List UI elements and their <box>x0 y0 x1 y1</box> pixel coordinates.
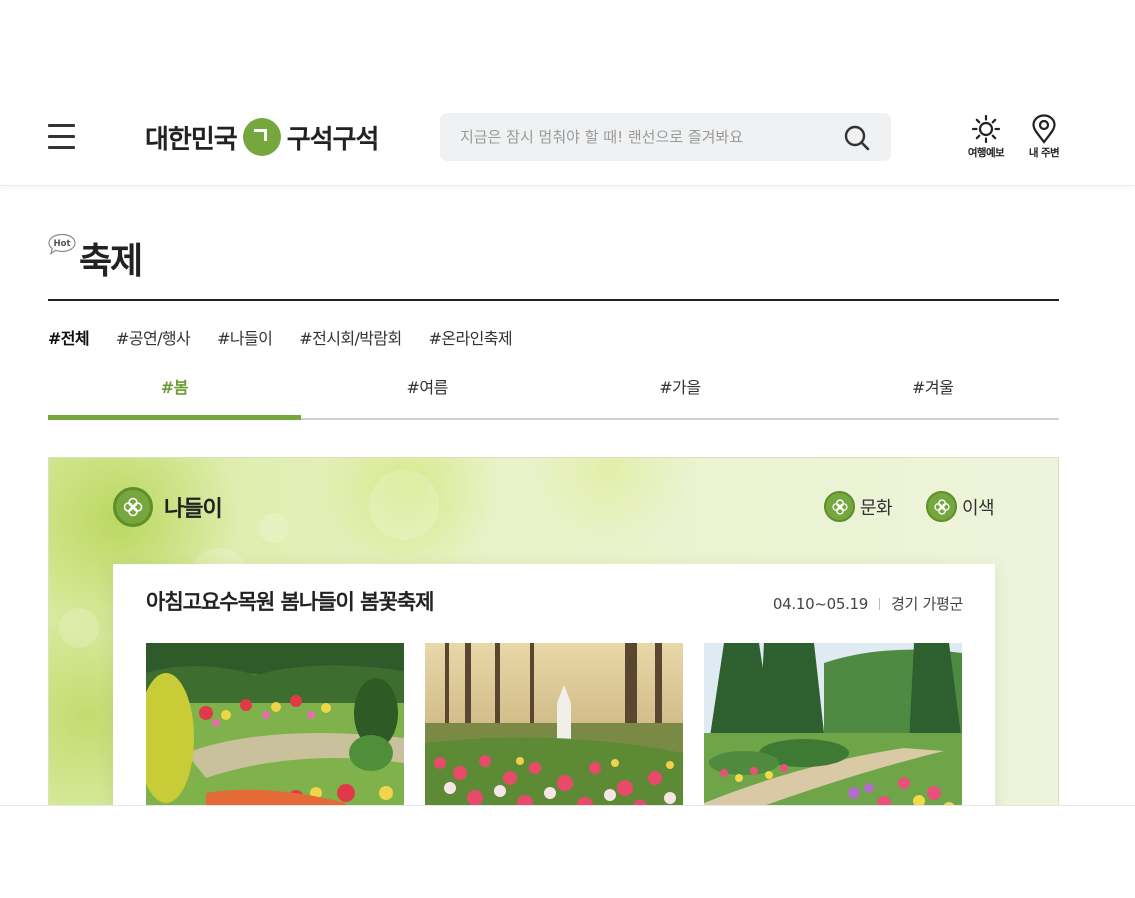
category-performance[interactable]: #공연/행사 <box>116 325 191 349</box>
page-title: 축제 <box>79 241 143 282</box>
theme-unique-label: 이색 <box>962 497 995 519</box>
tab-autumn[interactable]: #가을 <box>554 370 807 418</box>
decor-bubble <box>369 470 439 540</box>
festival-location: 경기 가평군 <box>891 595 963 613</box>
festival-meta: 04.10~05.19 경기 가평군 <box>773 593 963 614</box>
title-divider <box>48 299 1059 301</box>
clover-icon <box>113 487 153 527</box>
theme-outing-button[interactable]: 나들이 <box>113 487 223 527</box>
festival-card[interactable]: 아침고요수목원 봄나들이 봄꽃축제 04.10~05.19 경기 가평군 <box>113 564 995 816</box>
nearby-label: 내 주변 <box>1028 147 1060 159</box>
theme-culture-label: 문화 <box>860 497 893 519</box>
decor-bubble <box>59 608 99 648</box>
clover-icon <box>824 491 855 522</box>
category-filter: #전체 #공연/행사 #나들이 #전시회/박람회 #온라인축제 <box>48 325 513 349</box>
category-all[interactable]: #전체 <box>48 325 90 349</box>
location-pin-icon <box>1032 114 1056 144</box>
sun-icon <box>971 114 1001 144</box>
decor-bubble <box>259 513 289 543</box>
season-tabs: #봄 #여름 #가을 #겨울 <box>48 370 1059 420</box>
search-input[interactable] <box>460 113 830 161</box>
bottom-area <box>0 805 1135 898</box>
search-bar <box>440 113 891 161</box>
clover-icon <box>926 491 957 522</box>
hot-badge-text: Hot <box>53 239 70 249</box>
festival-title: 아침고요수목원 봄나들이 봄꽃축제 <box>146 590 434 614</box>
hot-badge-icon: Hot <box>48 233 76 255</box>
logo-text-left: 대한민국 <box>145 124 238 155</box>
travel-forecast-label: 여행예보 <box>967 147 1005 159</box>
site-logo[interactable]: 대한민국 구석구석 <box>145 117 380 157</box>
tab-spring[interactable]: #봄 <box>48 370 301 420</box>
tab-winter[interactable]: #겨울 <box>806 370 1059 418</box>
category-exhibition[interactable]: #전시회/박람회 <box>299 325 402 349</box>
festival-photo-1[interactable] <box>146 643 404 813</box>
nearby-button[interactable]: 내 주변 <box>1016 114 1072 160</box>
category-online-festival[interactable]: #온라인축제 <box>429 325 513 349</box>
logo-text-right: 구석구석 <box>286 124 380 155</box>
search-icon[interactable] <box>843 124 871 152</box>
festival-date: 04.10~05.19 <box>772 594 869 613</box>
tab-summer[interactable]: #여름 <box>301 370 554 418</box>
festival-photo-2[interactable] <box>425 643 683 813</box>
theme-unique-button[interactable]: 이색 <box>926 491 995 522</box>
theme-culture-button[interactable]: 문화 <box>824 491 893 522</box>
category-outing[interactable]: #나들이 <box>217 325 273 349</box>
theme-outing-label: 나들이 <box>164 497 223 522</box>
logo-mark-icon <box>242 118 281 156</box>
travel-forecast-button[interactable]: 여행예보 <box>958 114 1014 160</box>
meta-divider <box>879 597 881 610</box>
menu-icon[interactable] <box>48 124 76 150</box>
festival-photo-3[interactable] <box>704 643 962 813</box>
festival-panel: 나들이 문화 이색 아침고요수목원 봄나들이 봄꽃축제 04.10~05.19 <box>48 457 1059 817</box>
site-header: 대한민국 구석구석 여행예보 내 주변 <box>0 88 1135 186</box>
